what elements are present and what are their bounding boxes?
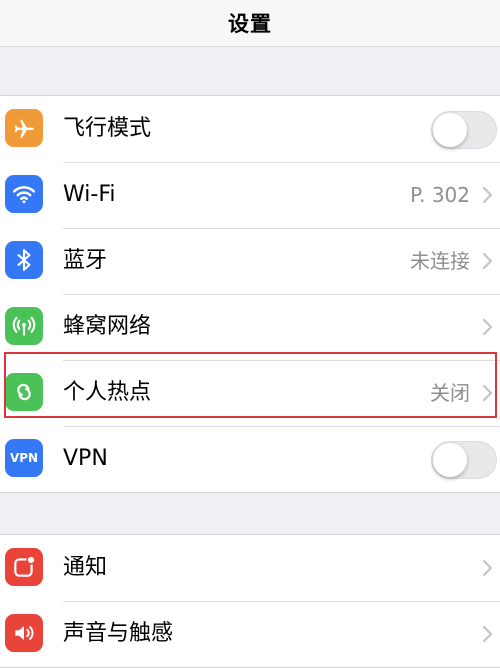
vpn-row[interactable]: VPN VPN xyxy=(0,426,500,492)
personal-hotspot-label: 个人热点 xyxy=(63,380,152,405)
vpn-toggle[interactable] xyxy=(431,441,497,479)
vpn-icon: VPN xyxy=(5,439,43,477)
toggle-knob xyxy=(433,443,467,477)
chevron-right-icon xyxy=(482,252,493,270)
notifications-row[interactable]: 通知 xyxy=(0,535,500,601)
vpn-label: VPN xyxy=(63,446,108,471)
airplane-mode-toggle[interactable] xyxy=(431,111,497,149)
sounds-haptics-row[interactable]: 声音与触感 xyxy=(0,601,500,667)
airplane-mode-label: 飞行模式 xyxy=(63,116,152,141)
sound-icon xyxy=(5,614,43,652)
notifications-label: 通知 xyxy=(63,555,108,580)
nav-bar: 设置 xyxy=(0,0,500,47)
chevron-right-icon xyxy=(482,186,493,204)
cellular-row[interactable]: 蜂窝网络 xyxy=(0,294,500,360)
chevron-right-icon xyxy=(482,318,493,336)
chevron-right-icon xyxy=(482,559,493,577)
bluetooth-icon xyxy=(5,241,43,279)
notifications-group: 通知 声音与触感 xyxy=(0,534,500,668)
wifi-icon xyxy=(5,175,43,213)
connectivity-group: 飞行模式 Wi-Fi P. 302 蓝牙 未连接 蜂窝网络 个人热点 关闭 VP… xyxy=(0,95,500,493)
chevron-right-icon xyxy=(482,384,493,402)
sounds-haptics-label: 声音与触感 xyxy=(63,621,174,646)
wifi-row[interactable]: Wi-Fi P. 302 xyxy=(0,162,500,228)
notification-icon xyxy=(5,548,43,586)
vpn-icon-text: VPN xyxy=(9,451,39,465)
wifi-label: Wi-Fi xyxy=(63,182,116,207)
page-title: 设置 xyxy=(228,12,272,36)
hotspot-icon xyxy=(5,373,43,411)
airplane-mode-row[interactable]: 飞行模式 xyxy=(0,96,500,162)
bluetooth-label: 蓝牙 xyxy=(63,248,108,273)
bluetooth-row[interactable]: 蓝牙 未连接 xyxy=(0,228,500,294)
cellular-icon xyxy=(5,307,43,345)
cellular-label: 蜂窝网络 xyxy=(63,314,152,339)
wifi-network-value: P. 302 xyxy=(410,183,470,207)
personal-hotspot-row[interactable]: 个人热点 关闭 xyxy=(0,360,500,426)
toggle-knob xyxy=(433,113,467,147)
chevron-right-icon xyxy=(482,625,493,643)
bluetooth-status-value: 未连接 xyxy=(410,249,470,273)
airplane-icon xyxy=(5,109,43,147)
personal-hotspot-status-value: 关闭 xyxy=(430,381,470,405)
